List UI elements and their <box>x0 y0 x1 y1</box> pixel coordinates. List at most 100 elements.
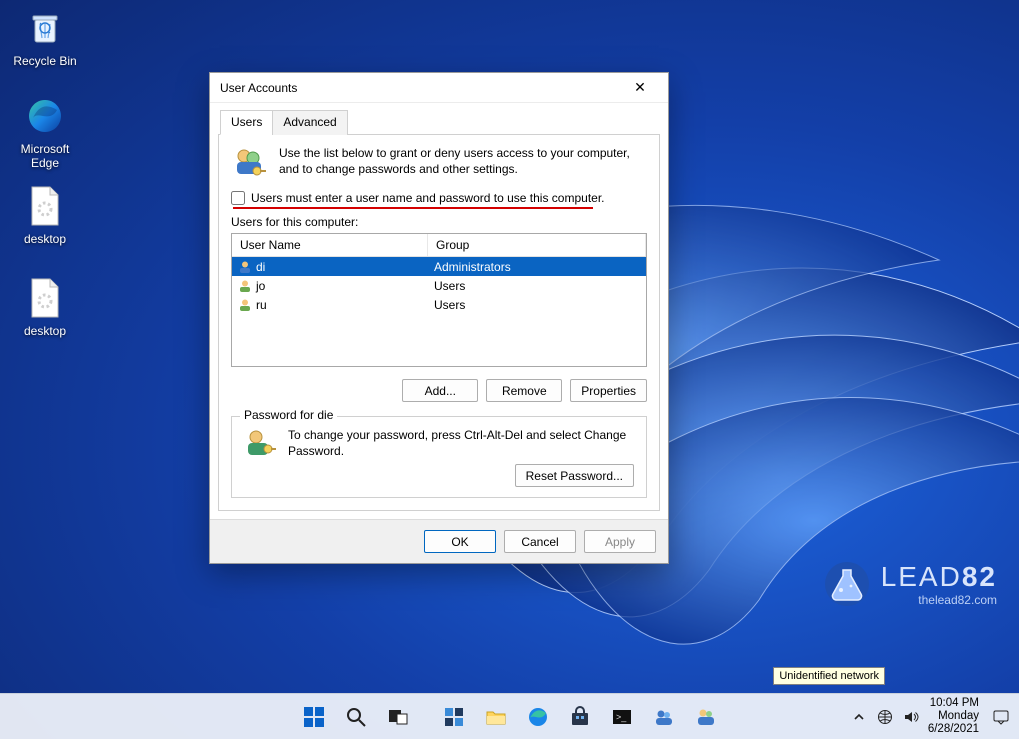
notifications-button[interactable] <box>989 708 1013 726</box>
password-groupbox: Password for die To change your password… <box>231 416 647 498</box>
apply-button[interactable]: Apply <box>584 530 656 553</box>
cell-user-name: di <box>256 260 265 274</box>
ok-button[interactable]: OK <box>424 530 496 553</box>
cell-group: Users <box>428 297 646 313</box>
clock-time: 10:04 PM <box>928 697 979 710</box>
desktop-icon-edge[interactable]: Microsoft Edge <box>8 94 82 170</box>
user-key-icon <box>244 427 276 459</box>
tab-content-users: Use the list below to grant or deny user… <box>218 135 660 511</box>
clock-date: 6/28/2021 <box>928 723 979 736</box>
widgets-button[interactable] <box>436 699 472 735</box>
volume-icon-button[interactable] <box>902 708 920 726</box>
highlight-underline <box>233 207 593 209</box>
recycle-bin-icon <box>23 6 67 50</box>
desktop-icon-label: Microsoft Edge <box>8 142 82 170</box>
widgets-icon <box>443 706 465 728</box>
users-list-label: Users for this computer: <box>231 215 647 229</box>
user-icon <box>238 298 252 312</box>
dialog-body: Users Advanced Use the list below to gra… <box>210 103 668 519</box>
dialog-footer: OK Cancel Apply <box>210 519 668 563</box>
settings-people-button[interactable] <box>646 699 682 735</box>
must-enter-password-checkbox[interactable] <box>231 191 245 205</box>
cell-user-name: jo <box>256 279 265 293</box>
watermark-brand2: 82 <box>962 561 997 592</box>
watermark-brand: LEAD <box>881 561 962 592</box>
taskbar-center: >_ <box>296 699 724 735</box>
desktop-icon-label: desktop <box>8 232 82 246</box>
desktop-icon-file-1[interactable]: desktop <box>8 184 82 246</box>
dialog-titlebar[interactable]: User Accounts ✕ <box>210 73 668 103</box>
desktop-icon-recycle-bin[interactable]: Recycle Bin <box>8 6 82 68</box>
desktop-icon-label: Recycle Bin <box>8 54 82 68</box>
col-user-name[interactable]: User Name <box>232 234 428 256</box>
start-button[interactable] <box>296 699 332 735</box>
cell-group: Administrators <box>428 259 646 275</box>
cell-group: Users <box>428 278 646 294</box>
close-button[interactable]: ✕ <box>620 75 660 101</box>
password-text: To change your password, press Ctrl-Alt-… <box>288 427 634 459</box>
watermark: LEAD82 thelead82.com <box>823 560 997 608</box>
taskbar: >_ 10:04 PM Monday 6/28/2021 <box>0 693 1019 739</box>
file-icon <box>23 184 67 228</box>
people-settings-icon <box>653 706 675 728</box>
cell-user-name: ru <box>256 298 267 312</box>
must-enter-password-row[interactable]: Users must enter a user name and passwor… <box>231 191 647 205</box>
explorer-button[interactable] <box>478 699 514 735</box>
list-header: User Name Group <box>232 234 646 257</box>
file-icon <box>23 276 67 320</box>
password-legend: Password for die <box>240 408 337 422</box>
reset-password-button[interactable]: Reset Password... <box>515 464 634 487</box>
user-accounts-dialog: User Accounts ✕ Users Advanced Use the l… <box>209 72 669 564</box>
list-button-row: Add... Remove Properties <box>231 379 647 402</box>
users-keys-icon <box>231 145 267 181</box>
store-button[interactable] <box>562 699 598 735</box>
edge-icon <box>23 94 67 138</box>
folder-icon <box>485 706 507 728</box>
list-row[interactable]: jo Users <box>232 276 646 295</box>
user-icon <box>238 260 252 274</box>
edge-taskbar-button[interactable] <box>520 699 556 735</box>
speaker-icon <box>903 709 919 725</box>
network-tooltip: Unidentified network <box>773 667 885 685</box>
edge-icon <box>527 706 549 728</box>
notification-icon <box>992 708 1010 726</box>
network-icon-button[interactable] <box>876 708 894 726</box>
clock-day: Monday <box>928 710 979 723</box>
user-accounts-icon <box>695 706 717 728</box>
flask-icon <box>823 560 871 608</box>
user-accounts-taskbar-button[interactable] <box>688 699 724 735</box>
tray-overflow-button[interactable] <box>850 708 868 726</box>
svg-text:>_: >_ <box>616 712 627 722</box>
remove-button[interactable]: Remove <box>486 379 562 402</box>
dialog-title: User Accounts <box>220 81 297 95</box>
add-button[interactable]: Add... <box>402 379 478 402</box>
tab-advanced[interactable]: Advanced <box>272 110 347 135</box>
globe-icon <box>877 709 893 725</box>
user-icon <box>238 279 252 293</box>
col-group[interactable]: Group <box>428 234 646 256</box>
task-view-icon <box>387 706 409 728</box>
intro-text: Use the list below to grant or deny user… <box>279 145 647 177</box>
search-icon <box>345 706 367 728</box>
terminal-button[interactable]: >_ <box>604 699 640 735</box>
desktop-icon-file-2[interactable]: desktop <box>8 276 82 338</box>
system-tray: 10:04 PM Monday 6/28/2021 <box>850 694 1013 739</box>
search-button[interactable] <box>338 699 374 735</box>
taskbar-clock[interactable]: 10:04 PM Monday 6/28/2021 <box>928 697 981 736</box>
list-row[interactable]: di Administrators <box>232 257 646 276</box>
tab-users[interactable]: Users <box>220 110 273 135</box>
list-row[interactable]: ru Users <box>232 295 646 314</box>
properties-button[interactable]: Properties <box>570 379 647 402</box>
task-view-button[interactable] <box>380 699 416 735</box>
store-icon <box>569 706 591 728</box>
tab-bar: Users Advanced <box>218 109 660 135</box>
intro-row: Use the list below to grant or deny user… <box>231 145 647 181</box>
watermark-sub: thelead82.com <box>881 593 997 607</box>
checkbox-label: Users must enter a user name and passwor… <box>251 191 605 205</box>
cancel-button[interactable]: Cancel <box>504 530 576 553</box>
users-listview[interactable]: User Name Group di Administrators j <box>231 233 647 367</box>
terminal-icon: >_ <box>611 706 633 728</box>
close-icon: ✕ <box>634 79 646 96</box>
desktop-icon-label: desktop <box>8 324 82 338</box>
desktop: Recycle Bin Microsoft Edge desktop deskt… <box>0 0 1019 739</box>
